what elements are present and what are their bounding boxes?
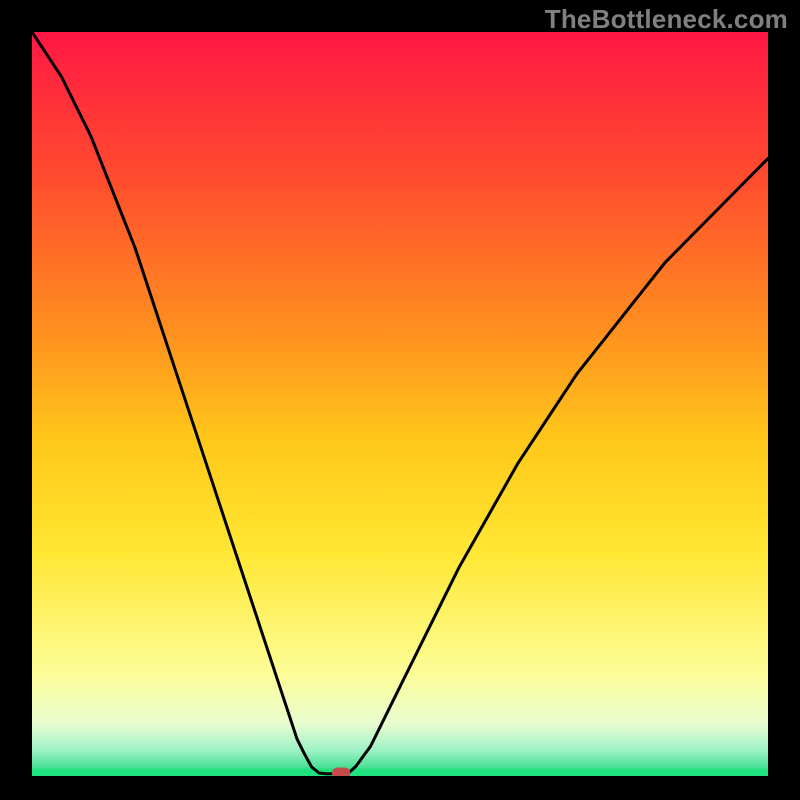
sweet-spot-marker <box>332 767 350 776</box>
bottleneck-chart <box>32 32 768 776</box>
chart-bottom-band <box>32 769 768 776</box>
chart-background <box>32 32 768 776</box>
watermark-label: TheBottleneck.com <box>545 4 788 35</box>
chart-svg <box>32 32 768 776</box>
chart-frame: TheBottleneck.com <box>0 0 800 800</box>
